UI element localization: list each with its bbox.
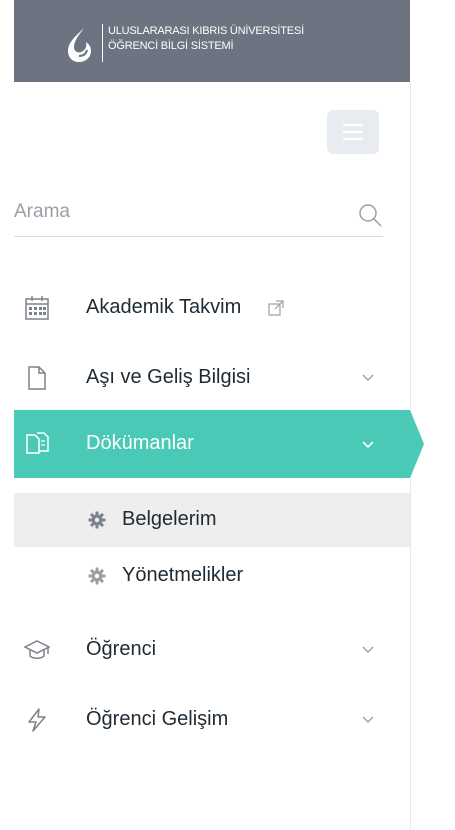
menu-item-dokumanlar[interactable]: Dökümanlar	[14, 410, 424, 478]
gear-icon	[88, 511, 106, 529]
external-link-icon	[268, 300, 284, 316]
menu-item-ogrenci[interactable]: Öğrenci	[14, 622, 410, 678]
sidebar-toggle-button[interactable]	[327, 110, 379, 154]
submenu-item-belgelerim[interactable]: Belgelerim	[14, 493, 410, 547]
logo-separator	[102, 24, 103, 62]
search-box	[14, 194, 383, 237]
menu-item-label: Öğrenci	[86, 638, 157, 660]
search-input[interactable]	[14, 194, 334, 230]
menu-item-akademik-takvim[interactable]: Akademik Takvim	[14, 280, 410, 336]
sidebar-header[interactable]: ULUSLARARASI KIBRIS ÜNİVERSİTESİ ÖĞRENCİ…	[14, 0, 410, 82]
menu-item-label: Dökümanlar	[86, 432, 194, 454]
sidebar: ULUSLARARASI KIBRIS ÜNİVERSİTESİ ÖĞRENCİ…	[0, 0, 424, 830]
gear-icon	[88, 567, 106, 585]
menu-item-asi-ve-gelis-bilgisi[interactable]: Aşı ve Geliş Bilgisi	[14, 350, 410, 406]
menu-item-label: Akademik Takvim	[86, 296, 242, 318]
submenu-item-label: Yönetmelikler	[122, 564, 244, 586]
chevron-down-icon	[362, 441, 374, 449]
calendar-icon	[25, 296, 49, 320]
hamburger-icon-bar	[343, 131, 363, 133]
graduation-cap-icon	[24, 640, 50, 659]
menu-item-label: Aşı ve Geliş Bilgisi	[86, 366, 251, 388]
brand-line-2: ÖĞRENCİ BİLGİ SİSTEMİ	[108, 40, 234, 52]
hamburger-icon-bar	[343, 138, 363, 140]
hamburger-icon	[343, 124, 363, 126]
search-icon[interactable]	[357, 202, 383, 228]
university-logo-icon	[68, 28, 91, 62]
menu-item-label: Öğrenci Gelişim	[86, 708, 229, 730]
chevron-down-icon	[362, 646, 374, 653]
brand-line-1: ULUSLARARASI KIBRIS ÜNİVERSİTESİ	[108, 25, 304, 37]
submenu-item-yonetmelikler[interactable]: Yönetmelikler	[14, 549, 410, 603]
brand-name: ULUSLARARASI KIBRIS ÜNİVERSİTESİ ÖĞRENCİ…	[108, 24, 304, 54]
documents-icon	[26, 432, 49, 454]
chevron-down-icon	[362, 374, 374, 381]
submenu-item-label: Belgelerim	[122, 508, 217, 530]
active-indicator-arrow	[410, 410, 424, 478]
chevron-down-icon	[362, 716, 374, 723]
menu-item-ogrenci-gelisim[interactable]: Öğrenci Gelişim	[14, 692, 410, 748]
lightning-icon	[28, 708, 46, 732]
document-icon	[28, 366, 46, 390]
